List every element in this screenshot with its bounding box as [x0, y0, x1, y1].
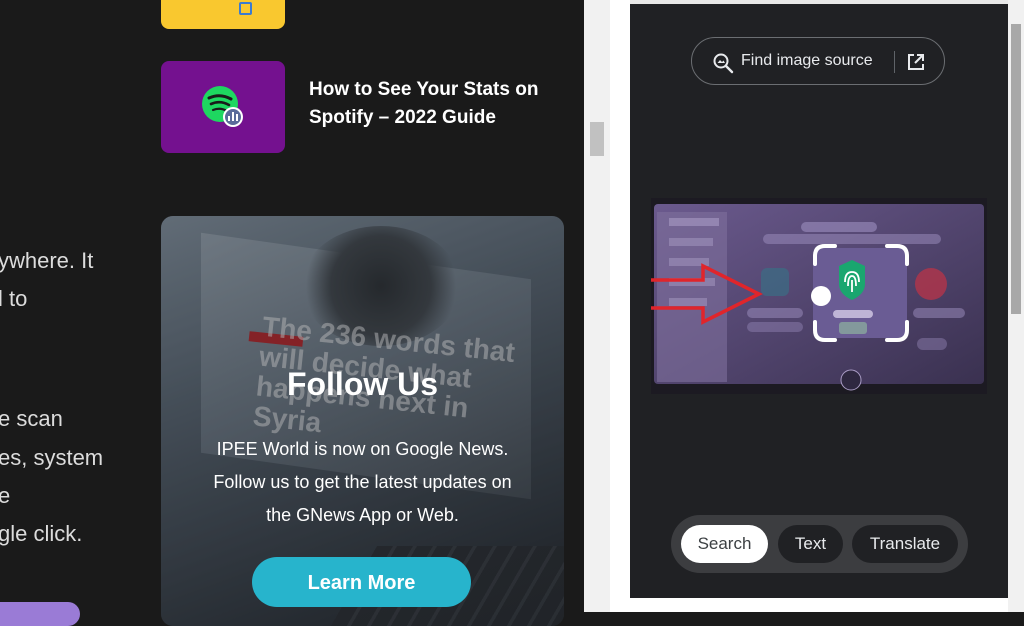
article-line: gle click.	[0, 521, 83, 546]
promo-body-line: IPEE World is now on Google News.	[216, 439, 509, 459]
related-thumbnail-spotify[interactable]	[161, 61, 285, 153]
panel-top-border	[630, 0, 1008, 4]
find-image-source-label: Find image source	[741, 52, 873, 69]
app-icon	[239, 2, 252, 15]
find-image-source-button[interactable]: Find image source	[691, 37, 945, 85]
page-scrollbar[interactable]	[584, 0, 610, 612]
promo-body-line: Follow us to get the latest updates on	[213, 472, 512, 492]
related-thumbnail-yellow[interactable]	[161, 0, 285, 29]
follow-us-promo: The 236 words that will decide what happ…	[161, 216, 564, 626]
tab-search[interactable]: Search	[681, 525, 768, 563]
open-in-new-icon[interactable]	[906, 52, 926, 72]
learn-more-button[interactable]: Learn More	[252, 557, 471, 607]
button-divider	[894, 51, 895, 73]
article-line: ywhere. It	[0, 248, 94, 273]
article-line: es, system	[0, 445, 104, 470]
panel-scrollbar[interactable]	[1008, 0, 1024, 612]
panel-scrollbar-thumb[interactable]	[1011, 24, 1021, 314]
captured-image[interactable]	[651, 198, 987, 394]
panel-bottom-border	[630, 598, 1008, 612]
related-article-title[interactable]: How to See Your Stats on Spotify – 2022 …	[309, 76, 559, 132]
article-body: ywhere. It l to e scan es, system e gle …	[0, 0, 150, 612]
promo-body: IPEE World is now on Google News. Follow…	[161, 433, 564, 532]
promo-body-line: the GNews App or Web.	[266, 505, 459, 525]
spotify-stats-icon	[202, 86, 243, 127]
article-line: l to	[0, 286, 28, 311]
image-search-icon	[713, 53, 734, 74]
lens-mode-selector: Search Text Translate	[671, 515, 968, 573]
promo-headline: Follow Us	[286, 366, 439, 402]
article-pill[interactable]	[0, 602, 80, 626]
lens-panel: Find image source Search Text Translate	[630, 0, 1024, 612]
panel-gutter	[610, 0, 630, 612]
captured-image-content	[651, 198, 987, 394]
tab-text[interactable]: Text	[778, 525, 843, 563]
article-line: e	[0, 483, 11, 508]
tab-translate[interactable]: Translate	[852, 525, 958, 563]
scrollbar-thumb[interactable]	[590, 122, 604, 156]
article-line: e scan	[0, 406, 63, 431]
